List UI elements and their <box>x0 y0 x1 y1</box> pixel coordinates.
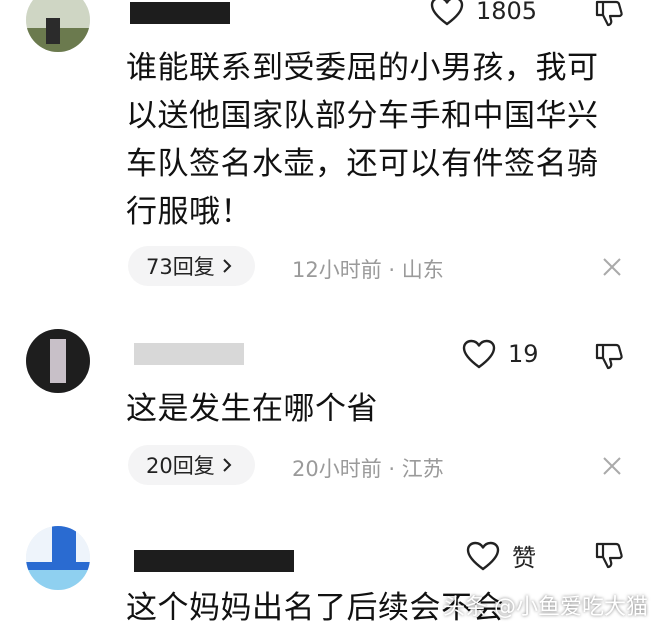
username-redacted[interactable] <box>130 2 230 24</box>
reply-count-button[interactable]: 73回复 <box>128 246 255 286</box>
like-count: 19 <box>508 340 539 368</box>
heart-icon[interactable] <box>462 339 496 369</box>
reply-count-button[interactable]: 20回复 <box>128 445 255 485</box>
avatar[interactable] <box>26 0 90 52</box>
comment-line: 行服哦！ <box>126 194 252 230</box>
comment-meta: 20小时前 · 江苏 <box>292 457 444 481</box>
heart-icon[interactable] <box>466 541 500 571</box>
like-control[interactable]: 赞 <box>466 538 536 573</box>
username-redacted[interactable] <box>134 550 294 572</box>
thumbs-down-icon[interactable] <box>594 540 624 570</box>
avatar[interactable] <box>26 329 90 393</box>
chevron-right-icon <box>223 259 232 273</box>
comment-line: 这是发生在哪个省 <box>126 391 378 427</box>
username-redacted[interactable] <box>134 343 244 365</box>
comment-line: 谁能联系到受委屈的小男孩，我可 <box>126 50 599 86</box>
comment-meta: 12小时前 · 山东 <box>292 258 444 282</box>
close-icon[interactable] <box>601 455 623 477</box>
watermark: 头条 @小鱼爱吃大猫 <box>443 595 648 620</box>
avatar[interactable] <box>26 526 90 590</box>
like-count: 1805 <box>476 0 538 25</box>
comment-text: 谁能联系到受委屈的小男孩，我可 以送他国家队部分车手和中国华兴 车队签名水壶，还… <box>126 44 626 236</box>
chevron-right-icon <box>223 458 232 472</box>
heart-icon[interactable] <box>430 0 464 26</box>
thumbs-down-icon[interactable] <box>594 0 624 28</box>
like-control[interactable]: 1805 <box>430 0 537 26</box>
close-icon[interactable] <box>601 256 623 278</box>
comment-line: 以送他国家队部分车手和中国华兴 <box>126 98 599 134</box>
comment-line: 车队签名水壶，还可以有件签名骑 <box>126 146 599 182</box>
thumbs-down-icon[interactable] <box>594 341 624 371</box>
reply-label: 73回复 <box>146 255 215 279</box>
comment-text: 这是发生在哪个省 <box>126 385 626 433</box>
like-count: 赞 <box>512 544 536 572</box>
comment-feed: 1805 谁能联系到受委屈的小男孩，我可 以送他国家队部分车手和中国华兴 车队签… <box>0 0 660 627</box>
reply-label: 20回复 <box>146 454 215 478</box>
like-control[interactable]: 19 <box>462 339 539 369</box>
